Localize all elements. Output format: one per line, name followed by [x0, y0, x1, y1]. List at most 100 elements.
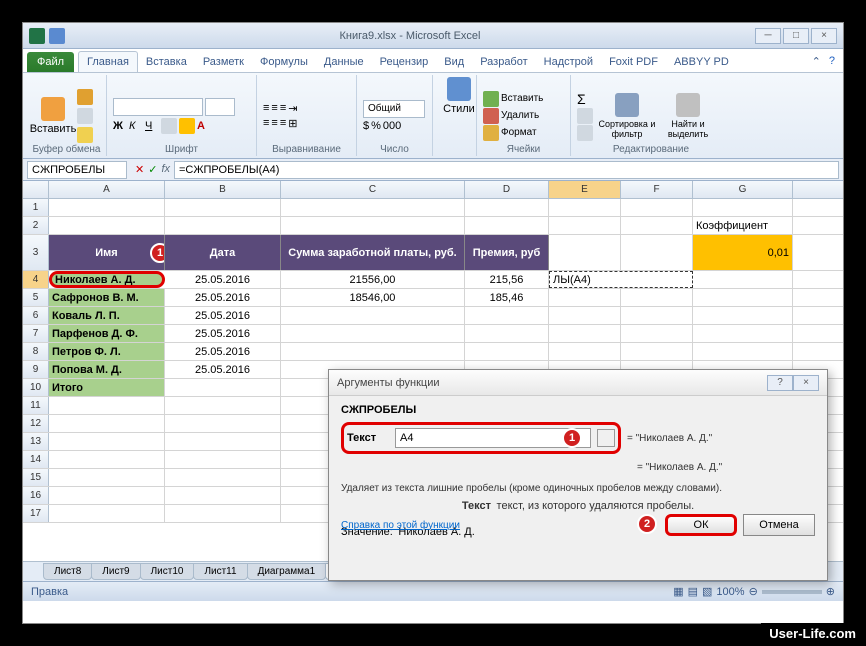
cut-icon[interactable] [77, 89, 93, 105]
tab-layout[interactable]: Разметк [195, 52, 252, 72]
cell-name[interactable]: Петров Ф. Л. [49, 343, 165, 360]
fill-icon[interactable] [577, 108, 593, 124]
cells-format-button[interactable]: Формат [483, 125, 564, 141]
dialog-help-button[interactable]: ? [767, 375, 793, 391]
row-header[interactable]: 16 [23, 487, 49, 504]
row-header[interactable]: 2 [23, 217, 49, 234]
view-break-icon[interactable]: ▧ [702, 585, 712, 598]
merge-icon[interactable]: ⊞ [288, 117, 297, 130]
align-top-icon[interactable]: ≡ [263, 102, 269, 114]
zoom-out-button[interactable]: ⊖ [749, 585, 758, 598]
wrap-icon[interactable]: ⇥ [288, 102, 297, 115]
row-header[interactable]: 1 [23, 199, 49, 216]
cell-name[interactable]: Николаев А. Д. [49, 271, 165, 288]
row-header[interactable]: 6 [23, 307, 49, 324]
cancel-formula-icon[interactable]: ✕ [135, 163, 144, 176]
coef-label[interactable]: Коэффициент [693, 217, 793, 234]
col-header-F[interactable]: F [621, 181, 693, 198]
view-layout-icon[interactable]: ▤ [688, 585, 698, 598]
row-header[interactable]: 13 [23, 433, 49, 450]
tab-formulas[interactable]: Формулы [252, 52, 316, 72]
maximize-button[interactable]: □ [783, 28, 809, 44]
row-header[interactable]: 14 [23, 451, 49, 468]
zoom-in-button[interactable]: ⊕ [826, 585, 835, 598]
sheet-tab[interactable]: Лист10 [140, 563, 195, 580]
row-header[interactable]: 12 [23, 415, 49, 432]
sheet-tab[interactable]: Лист11 [193, 563, 247, 580]
paste-button[interactable]: Вставить [33, 77, 73, 154]
comma-icon[interactable]: 000 [383, 120, 401, 132]
enter-formula-icon[interactable]: ✓ [148, 163, 157, 176]
tab-home[interactable]: Главная [78, 51, 138, 72]
styles-button[interactable]: Стили [439, 77, 479, 115]
qat-save-icon[interactable] [49, 28, 65, 44]
minimize-button[interactable]: ─ [755, 28, 781, 44]
tab-view[interactable]: Вид [436, 52, 472, 72]
cell-name[interactable]: Парфенов Д. Ф. [49, 325, 165, 342]
cell-name[interactable]: Сафронов В. М. [49, 289, 165, 306]
sheet-tab[interactable]: Лист9 [91, 563, 140, 580]
zoom-slider[interactable] [762, 590, 822, 594]
minimize-ribbon-icon[interactable]: ⌃ [812, 55, 821, 68]
align-left-icon[interactable]: ≡ [263, 117, 269, 129]
fx-icon[interactable]: fx [161, 163, 170, 176]
formula-bar[interactable]: =СЖПРОБЕЛЫ(A4) [174, 161, 839, 179]
sort-filter-button[interactable]: Сортировка и фильтр [597, 77, 657, 154]
italic-button[interactable]: К [129, 120, 143, 132]
tab-review[interactable]: Рецензир [372, 52, 437, 72]
bold-button[interactable]: Ж [113, 120, 127, 132]
function-help-link[interactable]: Справка по этой функции [341, 520, 460, 531]
font-size-combo[interactable] [205, 98, 235, 116]
range-select-button[interactable] [597, 429, 615, 447]
header-name[interactable]: Имя1 [49, 235, 165, 270]
align-center-icon[interactable]: ≡ [271, 117, 277, 129]
number-format-combo[interactable]: Общий [363, 100, 425, 118]
dialog-close-button[interactable]: × [793, 375, 819, 391]
col-header-E[interactable]: E [549, 181, 621, 198]
zoom-level[interactable]: 100% [716, 586, 744, 598]
header-date[interactable]: Дата [165, 235, 281, 270]
col-header-A[interactable]: A [49, 181, 165, 198]
close-button[interactable]: × [811, 28, 837, 44]
align-right-icon[interactable]: ≡ [280, 117, 286, 129]
cells-insert-button[interactable]: Вставить [483, 91, 564, 107]
header-sum[interactable]: Сумма заработной платы, руб. [281, 235, 465, 270]
fill-color-button[interactable] [179, 118, 195, 134]
col-header-G[interactable]: G [693, 181, 793, 198]
currency-icon[interactable]: $ [363, 120, 369, 132]
tab-addins[interactable]: Надстрой [536, 52, 601, 72]
row-header[interactable]: 5 [23, 289, 49, 306]
row-header[interactable]: 11 [23, 397, 49, 414]
view-normal-icon[interactable]: ▦ [673, 585, 683, 598]
row-header[interactable]: 4 [23, 271, 49, 288]
select-all-corner[interactable] [23, 181, 49, 198]
row-header[interactable]: 17 [23, 505, 49, 522]
copy-icon[interactable] [77, 108, 93, 124]
cells-delete-button[interactable]: Удалить [483, 108, 564, 124]
sheet-tab[interactable]: Диаграмма1 [247, 563, 327, 580]
file-tab[interactable]: Файл [27, 52, 74, 72]
align-mid-icon[interactable]: ≡ [271, 102, 277, 114]
tab-data[interactable]: Данные [316, 52, 372, 72]
cancel-button[interactable]: Отмена [743, 514, 815, 536]
cell-name[interactable]: Коваль Л. П. [49, 307, 165, 324]
find-select-button[interactable]: Найти и выделить [661, 77, 715, 154]
autosum-icon[interactable]: Σ [577, 91, 593, 107]
font-family-combo[interactable] [113, 98, 203, 116]
row-header[interactable]: 8 [23, 343, 49, 360]
row-header[interactable]: 9 [23, 361, 49, 378]
format-painter-icon[interactable] [77, 127, 93, 143]
cell-bonus[interactable]: 215,56 [465, 271, 549, 288]
help-icon[interactable]: ? [829, 55, 835, 68]
align-bot-icon[interactable]: ≡ [280, 102, 286, 114]
tab-developer[interactable]: Разработ [472, 52, 535, 72]
cell-date[interactable]: 25.05.2016 [165, 271, 281, 288]
col-header-C[interactable]: C [281, 181, 465, 198]
row-header[interactable]: 7 [23, 325, 49, 342]
cell-name[interactable]: Попова М. Д. [49, 361, 165, 378]
cell-sum[interactable]: 21556,00 [281, 271, 465, 288]
active-cell[interactable]: ЛЫ(A4) [549, 271, 693, 288]
row-header[interactable]: 10 [23, 379, 49, 396]
underline-button[interactable]: Ч [145, 120, 159, 132]
coef-value[interactable]: 0,01 [693, 235, 793, 270]
